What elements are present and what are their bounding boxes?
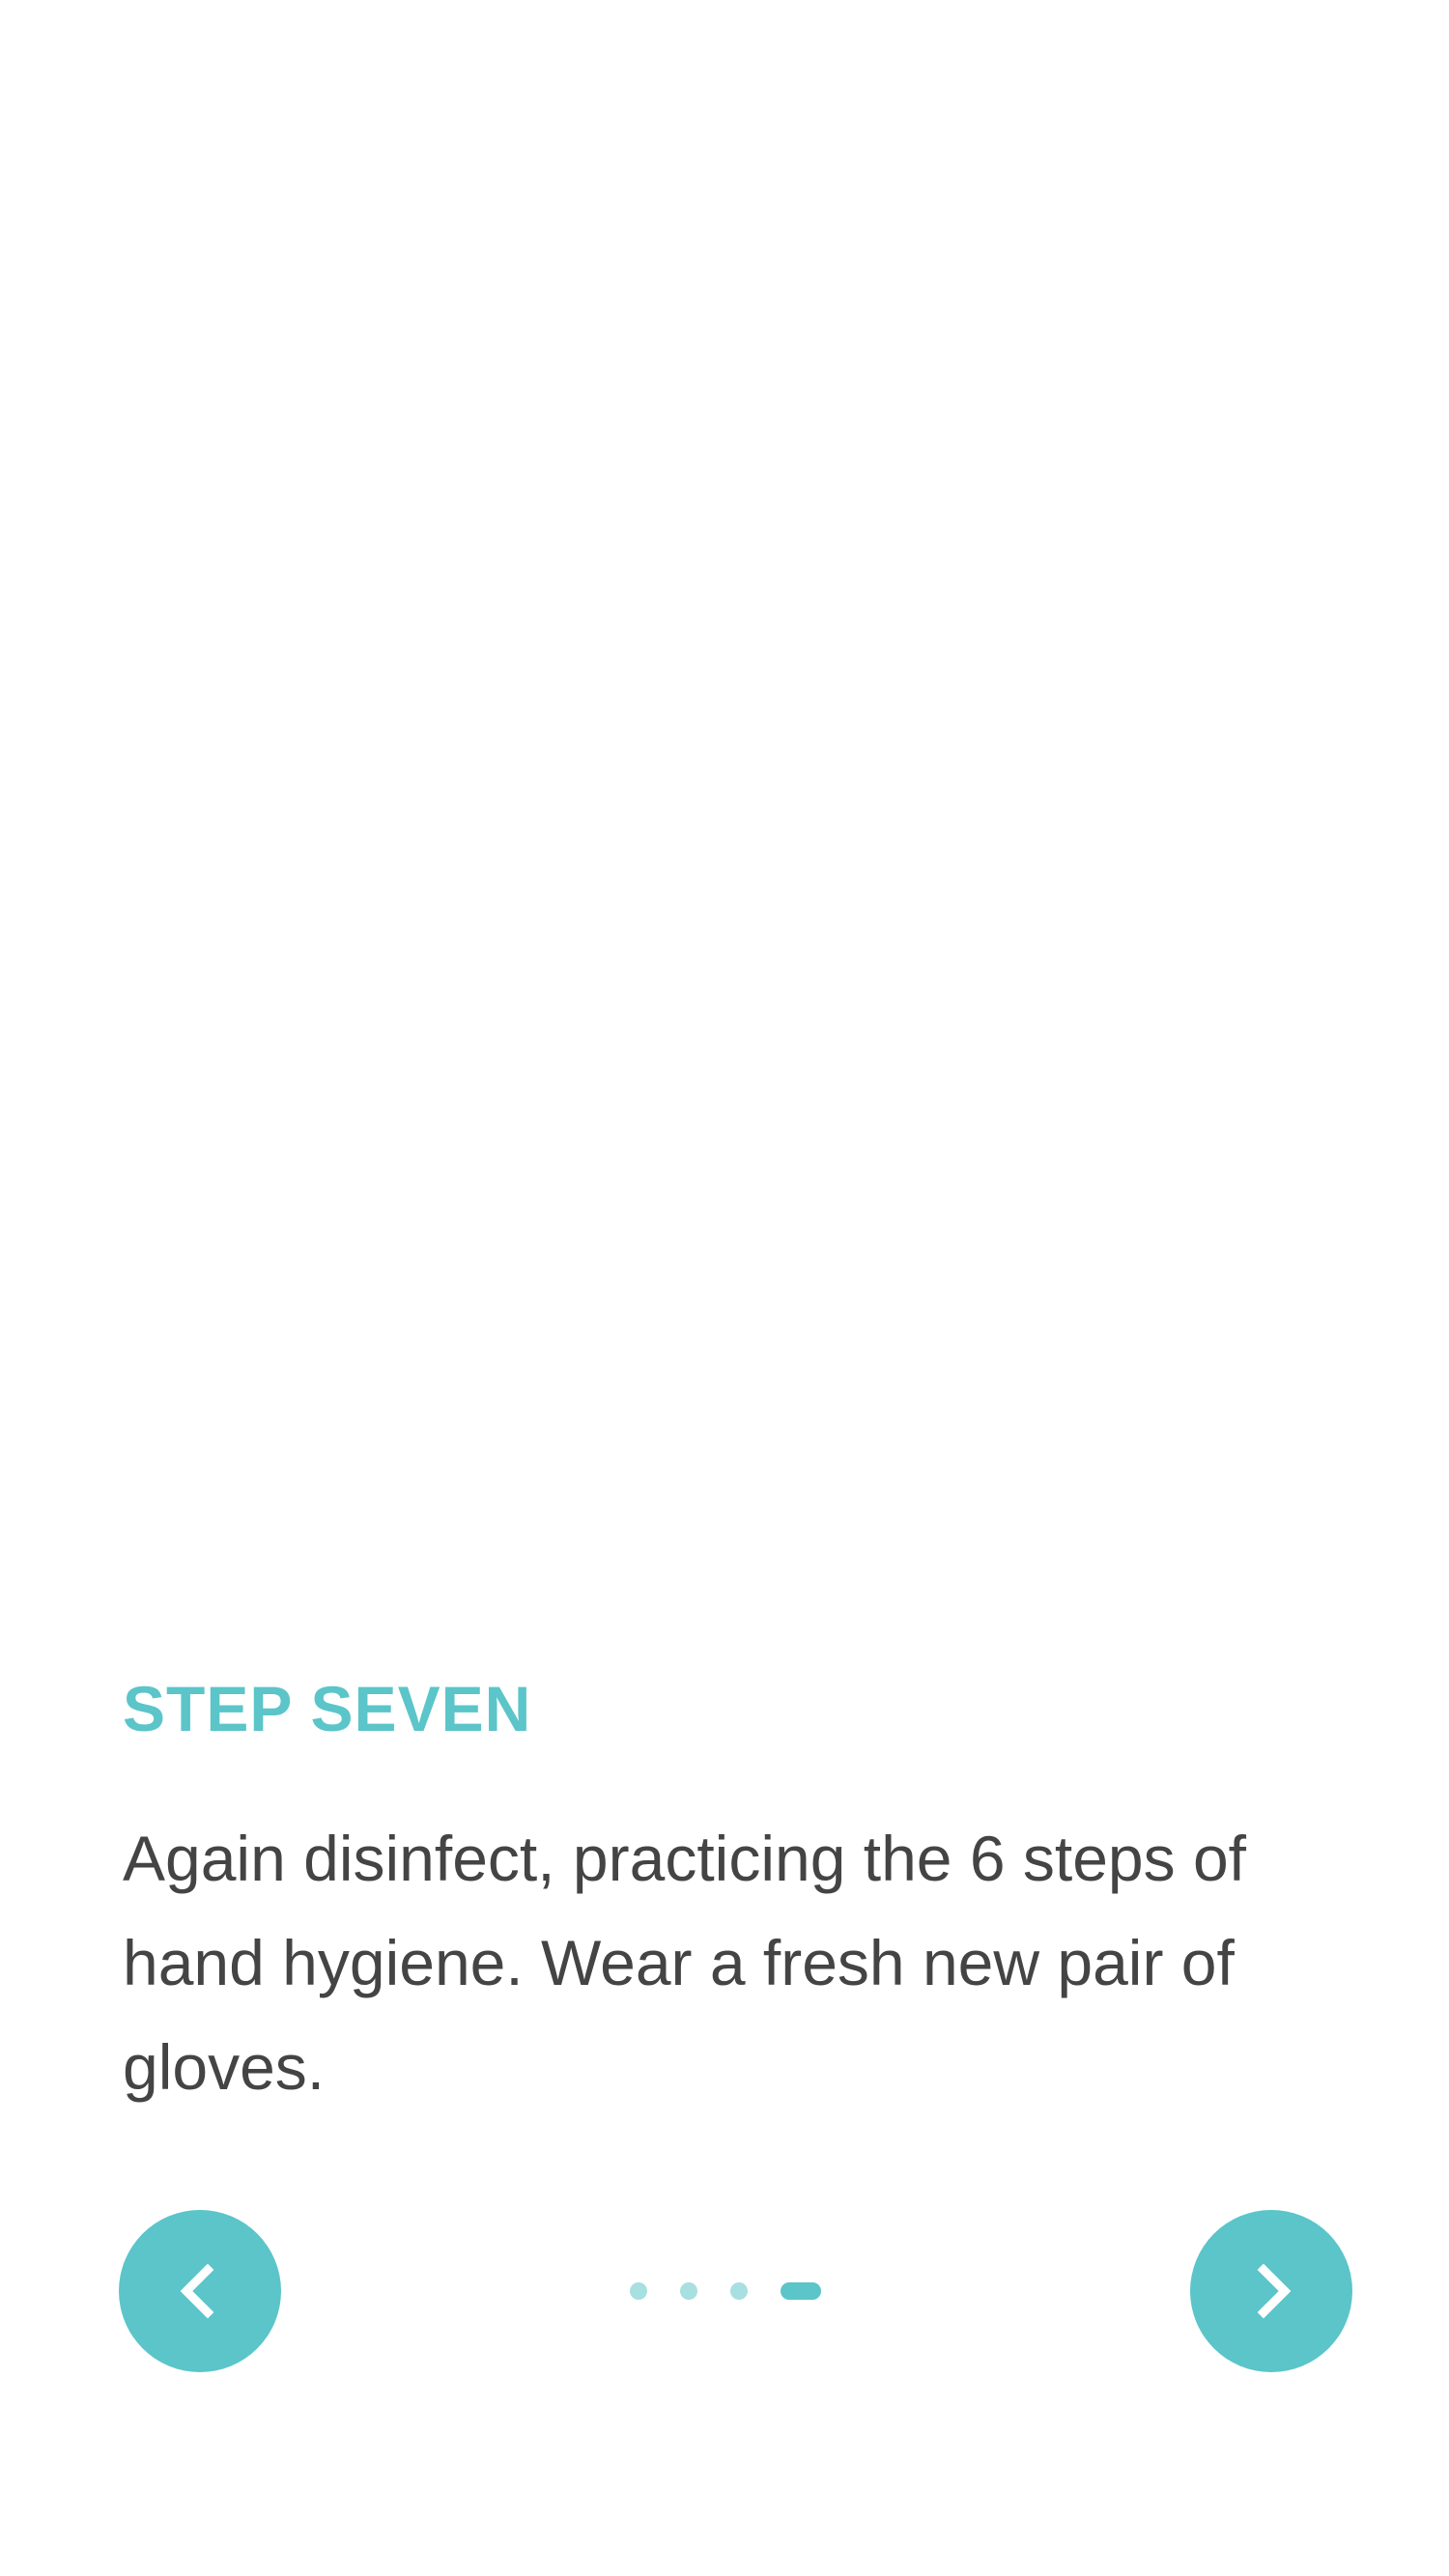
chevron-left-icon <box>180 2263 214 2319</box>
chevron-right-icon <box>1257 2263 1292 2319</box>
pagination-dot[interactable] <box>680 2282 697 2300</box>
step-title: STEP SEVEN <box>123 1673 532 1744</box>
previous-button[interactable] <box>119 2210 281 2372</box>
pagination-dot[interactable] <box>730 2282 748 2300</box>
onboarding-screen: STEP SEVEN Again disinfect, practicing t… <box>0 0 1449 2576</box>
pagination-dot[interactable] <box>630 2282 647 2300</box>
pagination-dots <box>630 2280 821 2302</box>
step-description: Again disinfect, practicing the 6 steps … <box>123 1823 1246 2103</box>
next-button[interactable] <box>1190 2210 1352 2372</box>
step-illustration-area <box>0 0 1449 1623</box>
pagination-dot-active[interactable] <box>781 2282 821 2300</box>
